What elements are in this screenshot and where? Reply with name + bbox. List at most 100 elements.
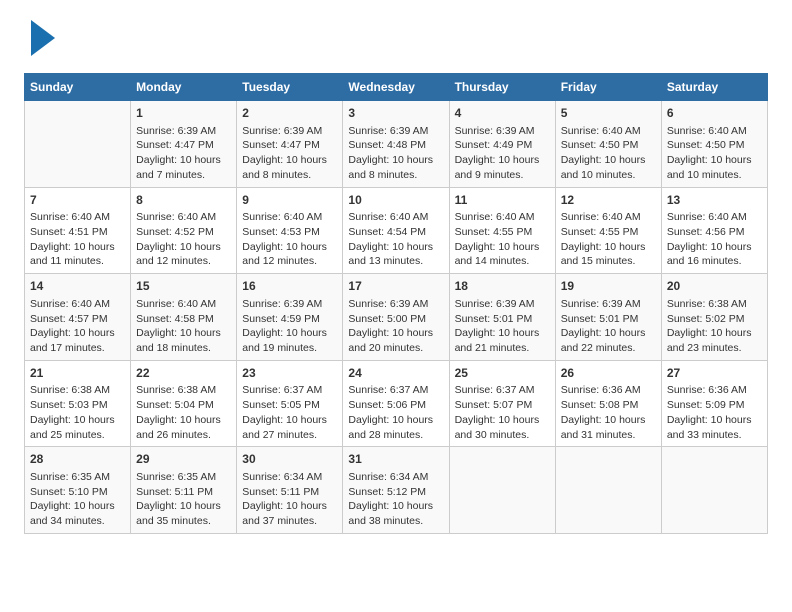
day-detail: Sunrise: 6:40 AM Sunset: 4:54 PM Dayligh… [348, 210, 443, 269]
column-header-saturday: Saturday [661, 74, 767, 101]
day-detail: Sunrise: 6:38 AM Sunset: 5:02 PM Dayligh… [667, 297, 762, 356]
calendar-cell: 13Sunrise: 6:40 AM Sunset: 4:56 PM Dayli… [661, 187, 767, 274]
day-detail: Sunrise: 6:39 AM Sunset: 4:48 PM Dayligh… [348, 124, 443, 183]
day-detail: Sunrise: 6:40 AM Sunset: 4:50 PM Dayligh… [667, 124, 762, 183]
calendar-cell: 25Sunrise: 6:37 AM Sunset: 5:07 PM Dayli… [449, 360, 555, 447]
calendar-row-2: 7Sunrise: 6:40 AM Sunset: 4:51 PM Daylig… [25, 187, 768, 274]
calendar-cell: 9Sunrise: 6:40 AM Sunset: 4:53 PM Daylig… [237, 187, 343, 274]
day-number: 28 [30, 451, 125, 468]
day-number: 8 [136, 192, 231, 209]
day-detail: Sunrise: 6:34 AM Sunset: 5:12 PM Dayligh… [348, 470, 443, 529]
calendar-cell: 6 Sunrise: 6:40 AM Sunset: 4:50 PM Daylig… [661, 101, 767, 188]
day-number: 4 [455, 105, 550, 122]
calendar-cell: 15 Sunrise: 6:40 AM Sunset: 4:58 PM Dayli… [131, 274, 237, 361]
calendar-cell: 29 Sunrise: 6:35 AM Sunset: 5:11 PM Dayli… [131, 447, 237, 534]
day-number: 19 [561, 278, 656, 295]
day-detail: Sunrise: 6:40 AM Sunset: 4:56 PM Dayligh… [667, 210, 762, 269]
day-number: 29 [136, 451, 231, 468]
day-number: 9 [242, 192, 337, 209]
day-number: 5 [561, 105, 656, 122]
day-detail: Sunrise: 6:40 AM Sunset: 4:50 PM Dayligh… [561, 124, 656, 183]
day-number: 7 [30, 192, 125, 209]
calendar-cell: 7Sunrise: 6:40 AM Sunset: 4:51 PM Daylig… [25, 187, 131, 274]
logo-icon [27, 20, 55, 61]
calendar-cell: 28 Sunrise: 6:35 AM Sunset: 5:10 PM Dayli… [25, 447, 131, 534]
column-header-friday: Friday [555, 74, 661, 101]
day-detail: Sunrise: 6:38 AM Sunset: 5:03 PM Dayligh… [30, 383, 125, 442]
day-number: 26 [561, 365, 656, 382]
calendar-cell: 30 Sunrise: 6:34 AM Sunset: 5:11 PM Dayli… [237, 447, 343, 534]
calendar-row-1: 1 Sunrise: 6:39 AM Sunset: 4:47 PM Daylig… [25, 101, 768, 188]
header [24, 20, 768, 61]
calendar-cell: 24Sunrise: 6:37 AM Sunset: 5:06 PM Dayli… [343, 360, 449, 447]
column-header-tuesday: Tuesday [237, 74, 343, 101]
day-detail: Sunrise: 6:35 AM Sunset: 5:10 PM Dayligh… [30, 470, 125, 529]
column-header-wednesday: Wednesday [343, 74, 449, 101]
day-number: 14 [30, 278, 125, 295]
day-number: 22 [136, 365, 231, 382]
day-number: 3 [348, 105, 443, 122]
day-number: 20 [667, 278, 762, 295]
calendar-cell: 2 Sunrise: 6:39 AM Sunset: 4:47 PM Daylig… [237, 101, 343, 188]
day-detail: Sunrise: 6:37 AM Sunset: 5:06 PM Dayligh… [348, 383, 443, 442]
calendar-cell: 14 Sunrise: 6:40 AM Sunset: 4:57 PM Dayli… [25, 274, 131, 361]
day-detail: Sunrise: 6:39 AM Sunset: 4:49 PM Dayligh… [455, 124, 550, 183]
day-detail: Sunrise: 6:37 AM Sunset: 5:05 PM Dayligh… [242, 383, 337, 442]
day-detail: Sunrise: 6:35 AM Sunset: 5:11 PM Dayligh… [136, 470, 231, 529]
day-number: 27 [667, 365, 762, 382]
day-number: 2 [242, 105, 337, 122]
day-detail: Sunrise: 6:40 AM Sunset: 4:55 PM Dayligh… [561, 210, 656, 269]
calendar-cell: 3 Sunrise: 6:39 AM Sunset: 4:48 PM Daylig… [343, 101, 449, 188]
column-header-thursday: Thursday [449, 74, 555, 101]
day-number: 1 [136, 105, 231, 122]
calendar-cell: 5 Sunrise: 6:40 AM Sunset: 4:50 PM Daylig… [555, 101, 661, 188]
calendar-row-4: 21Sunrise: 6:38 AM Sunset: 5:03 PM Dayli… [25, 360, 768, 447]
calendar-cell: 19 Sunrise: 6:39 AM Sunset: 5:01 PM Dayli… [555, 274, 661, 361]
day-number: 16 [242, 278, 337, 295]
logo [24, 20, 55, 61]
day-detail: Sunrise: 6:40 AM Sunset: 4:53 PM Dayligh… [242, 210, 337, 269]
calendar-cell: 31Sunrise: 6:34 AM Sunset: 5:12 PM Dayli… [343, 447, 449, 534]
column-header-monday: Monday [131, 74, 237, 101]
day-detail: Sunrise: 6:39 AM Sunset: 5:00 PM Dayligh… [348, 297, 443, 356]
calendar-cell: 1Sunrise: 6:39 AM Sunset: 4:47 PM Daylig… [131, 101, 237, 188]
calendar-cell: 22Sunrise: 6:38 AM Sunset: 5:04 PM Dayli… [131, 360, 237, 447]
calendar-cell: 26Sunrise: 6:36 AM Sunset: 5:08 PM Dayli… [555, 360, 661, 447]
calendar-cell: 12Sunrise: 6:40 AM Sunset: 4:55 PM Dayli… [555, 187, 661, 274]
calendar-cell [661, 447, 767, 534]
calendar-row-5: 28 Sunrise: 6:35 AM Sunset: 5:10 PM Dayli… [25, 447, 768, 534]
calendar-cell: 11Sunrise: 6:40 AM Sunset: 4:55 PM Dayli… [449, 187, 555, 274]
calendar-cell: 8Sunrise: 6:40 AM Sunset: 4:52 PM Daylig… [131, 187, 237, 274]
calendar-cell: 23Sunrise: 6:37 AM Sunset: 5:05 PM Dayli… [237, 360, 343, 447]
day-number: 6 [667, 105, 762, 122]
day-detail: Sunrise: 6:37 AM Sunset: 5:07 PM Dayligh… [455, 383, 550, 442]
day-number: 15 [136, 278, 231, 295]
calendar-table: SundayMondayTuesdayWednesdayThursdayFrid… [24, 73, 768, 534]
day-number: 11 [455, 192, 550, 209]
calendar-row-3: 14 Sunrise: 6:40 AM Sunset: 4:57 PM Dayli… [25, 274, 768, 361]
day-detail: Sunrise: 6:36 AM Sunset: 5:08 PM Dayligh… [561, 383, 656, 442]
calendar-cell: 27Sunrise: 6:36 AM Sunset: 5:09 PM Dayli… [661, 360, 767, 447]
day-detail: Sunrise: 6:40 AM Sunset: 4:51 PM Dayligh… [30, 210, 125, 269]
day-number: 21 [30, 365, 125, 382]
day-number: 30 [242, 451, 337, 468]
day-number: 23 [242, 365, 337, 382]
day-number: 12 [561, 192, 656, 209]
day-detail: Sunrise: 6:39 AM Sunset: 5:01 PM Dayligh… [455, 297, 550, 356]
day-number: 17 [348, 278, 443, 295]
day-number: 10 [348, 192, 443, 209]
calendar-cell [449, 447, 555, 534]
calendar-cell: 21Sunrise: 6:38 AM Sunset: 5:03 PM Dayli… [25, 360, 131, 447]
day-detail: Sunrise: 6:40 AM Sunset: 4:58 PM Dayligh… [136, 297, 231, 356]
day-detail: Sunrise: 6:39 AM Sunset: 5:01 PM Dayligh… [561, 297, 656, 356]
calendar-cell: 4 Sunrise: 6:39 AM Sunset: 4:49 PM Daylig… [449, 101, 555, 188]
calendar-cell: 17 Sunrise: 6:39 AM Sunset: 5:00 PM Dayli… [343, 274, 449, 361]
day-detail: Sunrise: 6:39 AM Sunset: 4:47 PM Dayligh… [242, 124, 337, 183]
calendar-cell: 20 Sunrise: 6:38 AM Sunset: 5:02 PM Dayli… [661, 274, 767, 361]
day-number: 24 [348, 365, 443, 382]
day-number: 13 [667, 192, 762, 209]
calendar-cell: 18 Sunrise: 6:39 AM Sunset: 5:01 PM Dayli… [449, 274, 555, 361]
day-number: 18 [455, 278, 550, 295]
day-detail: Sunrise: 6:34 AM Sunset: 5:11 PM Dayligh… [242, 470, 337, 529]
day-detail: Sunrise: 6:40 AM Sunset: 4:57 PM Dayligh… [30, 297, 125, 356]
